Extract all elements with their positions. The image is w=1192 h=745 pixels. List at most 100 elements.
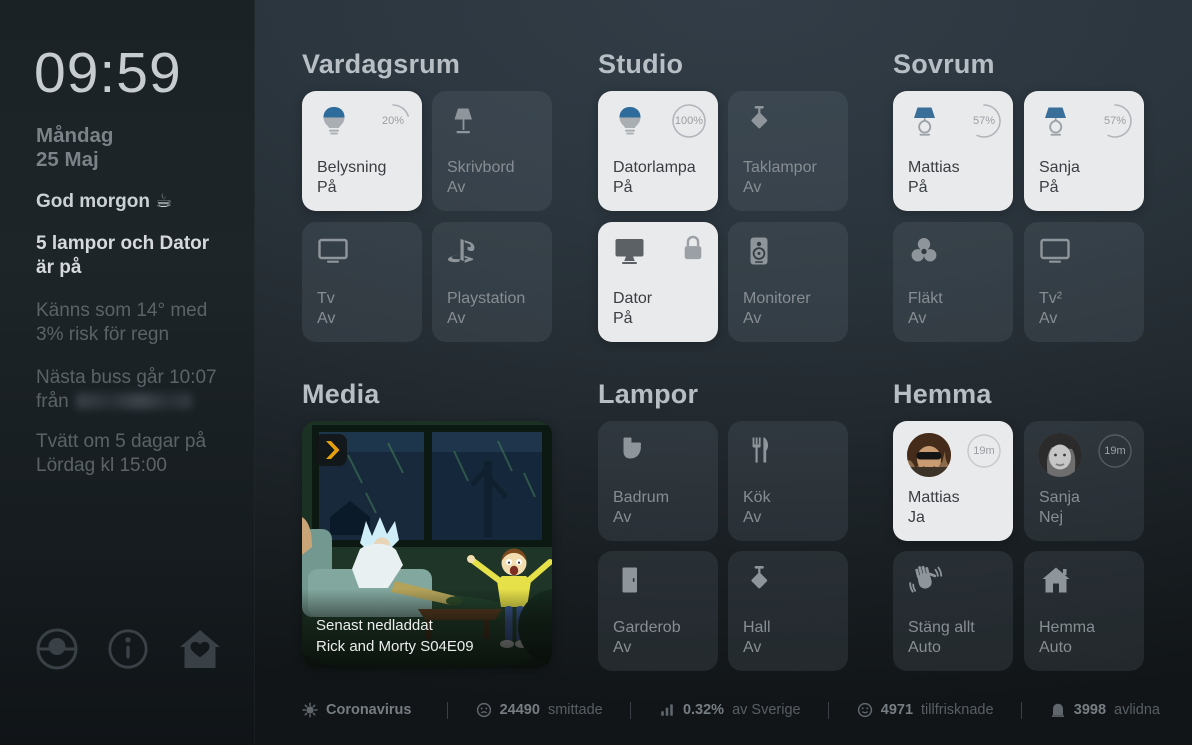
studio-speaker-icon xyxy=(742,234,776,273)
section-title-media: Media xyxy=(302,379,380,409)
bedside-lamp-icon xyxy=(907,103,943,144)
house-icon xyxy=(1038,563,1074,604)
stat-deceased: 3998 avlidna xyxy=(1050,702,1160,718)
tile-presence-sanja[interactable]: 19m Sanja Nej xyxy=(1024,421,1144,541)
tile-tv[interactable]: Tv Av xyxy=(302,222,422,342)
stat-coronavirus: Coronavirus xyxy=(302,702,419,718)
lock-icon xyxy=(681,234,705,267)
dashboard: 09:59 Måndag 25 Maj God morgon ☕ 5 lampo… xyxy=(0,0,1192,745)
brightness-value: 100% xyxy=(674,115,704,127)
tile-state: Av xyxy=(447,310,466,327)
tile-label: Hemma xyxy=(1039,619,1096,636)
clock: 09:59 xyxy=(34,41,182,105)
tile-state: Av xyxy=(908,310,927,327)
virus-icon xyxy=(302,702,318,718)
devices-status-message: 5 lampor och Dator är på xyxy=(36,233,210,278)
cutlery-icon xyxy=(742,433,776,472)
tile-label: Badrum xyxy=(613,489,670,506)
vacuum-robot-icon[interactable] xyxy=(34,626,80,672)
stat-value: 24490 xyxy=(499,702,540,718)
tile-flakt[interactable]: Fläkt Av xyxy=(893,222,1013,342)
tile-playstation[interactable]: Playstation Av xyxy=(432,222,552,342)
tile-state: Av xyxy=(613,509,632,526)
fan-icon xyxy=(907,234,941,273)
tile-skrivbord[interactable]: Skrivbord Av xyxy=(432,91,552,211)
presence-duration: 19m xyxy=(973,445,995,457)
stat-title: Coronavirus xyxy=(326,702,412,718)
toilet-icon xyxy=(612,433,646,472)
tile-mattias-lampa[interactable]: 57% Mattias På xyxy=(893,91,1013,211)
home-heart-icon[interactable] xyxy=(176,627,224,671)
laundry-info: Tvätt om 5 dagar på Lördag kl 15:00 xyxy=(36,431,207,476)
presence-badge: 19m xyxy=(965,432,1003,470)
brightness-ring: 57% xyxy=(965,102,1003,140)
section-title-hemma: Hemma xyxy=(893,379,992,409)
section-title-sovrum: Sovrum xyxy=(893,49,995,79)
tile-state: Av xyxy=(743,639,762,656)
tv-icon xyxy=(316,234,350,273)
avatar-sanja xyxy=(1038,433,1082,477)
bedside-lamp-icon xyxy=(1038,103,1074,144)
tile-hemma-auto[interactable]: Hemma Auto xyxy=(1024,551,1144,671)
bus-info: Nästa buss går 10:07 från xyxy=(36,366,238,414)
statusbar-divider xyxy=(630,701,632,719)
tile-state: Av xyxy=(1039,310,1058,327)
tv-icon xyxy=(1038,234,1072,273)
tile-datorlampa[interactable]: 100% Datorlampa På xyxy=(598,91,718,211)
tile-state: Av xyxy=(317,310,336,327)
statusbar-divider xyxy=(447,701,449,719)
tile-tv2[interactable]: Tv² Av xyxy=(1024,222,1144,342)
stat-infected: 24490 smittade xyxy=(476,702,603,718)
tile-label: Dator xyxy=(613,290,653,307)
tile-badrum[interactable]: Badrum Av xyxy=(598,421,718,541)
tile-label: Fläkt xyxy=(908,290,943,307)
tile-stang-allt[interactable]: Stäng allt Auto xyxy=(893,551,1013,671)
stat-label: avlidna xyxy=(1114,702,1160,718)
stat-label: av Sverige xyxy=(732,702,801,718)
tile-kok[interactable]: Kök Av xyxy=(728,421,848,541)
tile-hall[interactable]: Hall Av xyxy=(728,551,848,671)
tombstone-icon xyxy=(1051,703,1064,717)
brightness-value: 57% xyxy=(1103,115,1127,127)
tile-presence-mattias[interactable]: 19m Mattias Ja xyxy=(893,421,1013,541)
sad-face-icon xyxy=(476,702,491,718)
tile-state: På xyxy=(908,179,928,196)
sidebar: 09:59 Måndag 25 Maj God morgon ☕ 5 lampo… xyxy=(0,0,255,745)
playstation-icon xyxy=(446,234,480,273)
tile-garderob[interactable]: Garderob Av xyxy=(598,551,718,671)
tile-label: Tv² xyxy=(1039,290,1063,307)
tile-label: Monitorer xyxy=(743,290,811,307)
tile-label: Datorlampa xyxy=(613,159,696,176)
stat-label: smittade xyxy=(547,702,603,718)
tile-taklampor[interactable]: Taklampor Av xyxy=(728,91,848,211)
tile-monitorer[interactable]: Monitorer Av xyxy=(728,222,848,342)
tile-label: Sanja xyxy=(1039,159,1080,176)
tile-sanja-lampa[interactable]: 57% Sanja På xyxy=(1024,91,1144,211)
brightness-ring: 20% xyxy=(374,102,412,140)
ceiling-spot-icon xyxy=(742,563,776,602)
tile-state: På xyxy=(1039,179,1059,196)
tile-state: På xyxy=(317,179,337,196)
stat-value: 0.32% xyxy=(682,702,725,718)
tile-state: På xyxy=(613,179,633,196)
bus-from: från xyxy=(36,391,69,412)
tile-state: Av xyxy=(743,509,762,526)
info-icon[interactable] xyxy=(106,627,150,671)
presence-duration: 19m xyxy=(1104,445,1126,457)
tile-state: Av xyxy=(743,310,762,327)
tile-label: Stäng allt xyxy=(908,619,975,636)
statusbar: Coronavirus 24490 smittade 0.32% av Sverig… xyxy=(302,696,1160,724)
weekday: Måndag xyxy=(36,124,114,147)
media-tile[interactable]: Senast nedladdat Rick and Morty S04E09 xyxy=(302,421,552,668)
bus-line: Nästa buss går 10:07 xyxy=(36,367,217,388)
tile-state: Nej xyxy=(1039,509,1064,526)
greeting: God morgon ☕ xyxy=(36,191,173,212)
plex-icon xyxy=(315,434,347,466)
date: Måndag 25 Maj xyxy=(36,124,113,172)
tile-dator[interactable]: Dator På xyxy=(598,222,718,342)
tile-label: Belysning xyxy=(317,159,387,176)
tile-label: Taklampor xyxy=(743,159,817,176)
tile-state: På xyxy=(613,310,633,327)
brightness-ring: 100% xyxy=(670,102,708,140)
tile-belysning[interactable]: 20% Belysning På xyxy=(302,91,422,211)
